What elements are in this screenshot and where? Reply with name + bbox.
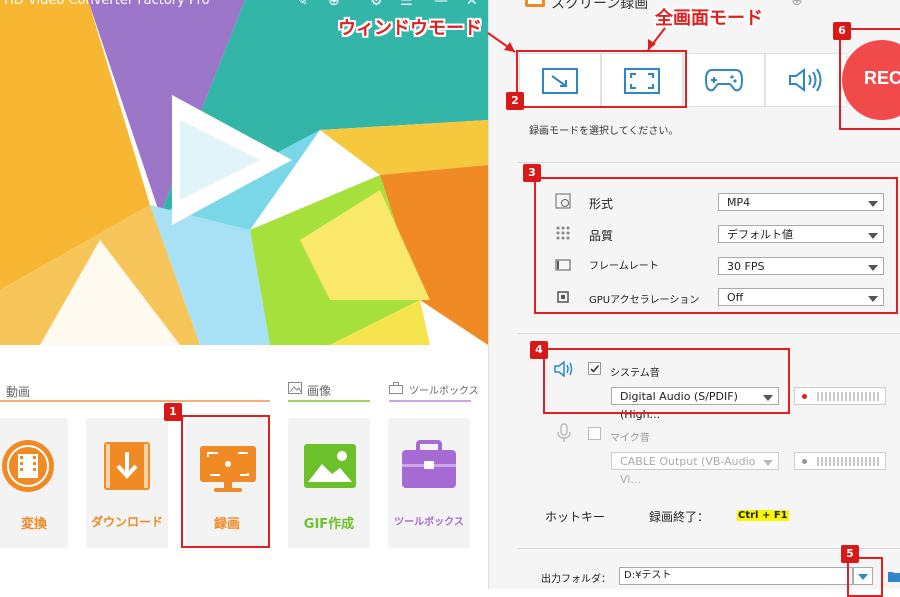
tile-download[interactable]: ダウンロード [86, 418, 168, 548]
cart-icon[interactable]: ⊕ [791, 0, 803, 9]
annotation-badge-1: 1 [164, 403, 182, 421]
annotation-badge-6: 6 [833, 22, 851, 40]
category-image-divider [288, 400, 370, 402]
mode-audio-button[interactable] [765, 53, 847, 107]
output-folder-label: 出力フォルダ： [541, 574, 611, 585]
tile-toolbox-label: ツールボックス [394, 517, 464, 528]
minimize-icon[interactable]: — [434, 0, 448, 9]
app-titlebar: HD Video Converter Factory Pro ✎ ⊕ ⚙ ☰ —… [0, 0, 488, 13]
wrench-icon[interactable]: ✎ [296, 0, 308, 9]
hotkey-label: ホットキー [545, 510, 606, 524]
recorder-app-icon [525, 0, 545, 7]
mic-level-meter [794, 452, 886, 470]
annotation-box-5 [847, 557, 883, 597]
annotation-badge-4: 4 [530, 341, 548, 359]
category-video-divider [0, 400, 270, 402]
image-icon [304, 444, 356, 488]
microphone-icon [557, 423, 571, 442]
screen-recorder-window: スクリーン録画 ⊕ — REC 録画モードを選択してください。 [488, 0, 900, 597]
mode-hint-text: 録画モードを選択してください。 [529, 126, 679, 137]
list-icon[interactable]: ☰ [400, 0, 413, 9]
chevron-down-icon [763, 460, 773, 466]
mic-label: マイク音 [610, 433, 650, 444]
hotkey-keys: Ctrl + F1 [737, 510, 789, 521]
output-folder-path: D:¥テスト [624, 570, 672, 581]
category-image-label: 画像 [307, 384, 332, 398]
system-audio-level-meter [794, 387, 886, 405]
hero-banner [0, 0, 488, 345]
tile-convert-label: 変換 [20, 517, 47, 532]
tile-gif[interactable]: GIF作成 [288, 418, 370, 548]
tile-toolbox[interactable]: ツールボックス [388, 418, 470, 548]
recorder-title: スクリーン録画 [551, 0, 649, 12]
fullscreen-mode-callout: 全画面モード [655, 8, 763, 29]
category-toolbox-label: ツールボックス [409, 386, 479, 397]
app-title: HD Video Converter Factory Pro [4, 0, 210, 8]
cart-icon[interactable]: ⊕ [328, 0, 340, 9]
annotation-box-3 [534, 177, 898, 314]
mic-device-value: CABLE Output (VB-Audio Vi... [620, 455, 756, 486]
hotkey-action-label: 録画終了： [649, 510, 710, 524]
annotation-badge-3: 3 [523, 164, 541, 182]
tile-gif-label: GIF作成 [303, 517, 355, 532]
download-icon [104, 442, 150, 490]
image-category-icon [288, 382, 302, 397]
minimize-icon[interactable]: — [859, 0, 873, 7]
annotation-box-4 [543, 348, 790, 414]
toolbox-category-icon [389, 382, 403, 397]
mode-game-button[interactable] [683, 53, 765, 107]
tile-download-label: ダウンロード [90, 515, 163, 529]
toolbox-icon [402, 440, 456, 488]
annotation-box-2 [516, 50, 687, 108]
output-folder-path-input[interactable]: D:¥テスト [619, 567, 853, 585]
category-video-label: 動画 [6, 385, 31, 399]
annotation-badge-5: 5 [841, 545, 859, 563]
gamepad-icon [704, 69, 744, 92]
gear-icon[interactable]: ⚙ [370, 0, 383, 9]
mic-device-select[interactable]: CABLE Output (VB-Audio Vi... [611, 452, 779, 486]
window-mode-callout: ウィンドウモード [338, 18, 482, 39]
speaker-icon [789, 68, 822, 92]
annotation-box-1 [181, 415, 270, 548]
converter-main-window: HD Video Converter Factory Pro ✎ ⊕ ⚙ ☰ —… [0, 0, 488, 589]
close-icon[interactable]: ✕ [466, 0, 478, 9]
divider [517, 333, 900, 334]
tile-convert[interactable]: 変換 [0, 418, 68, 548]
category-toolbox-divider [389, 400, 471, 402]
folder-icon[interactable] [888, 570, 900, 582]
divider [517, 162, 900, 163]
annotation-badge-2: 2 [506, 92, 524, 110]
mic-checkbox[interactable] [588, 427, 601, 440]
annotation-box-6 [839, 28, 900, 130]
film-reel-icon [2, 440, 54, 492]
